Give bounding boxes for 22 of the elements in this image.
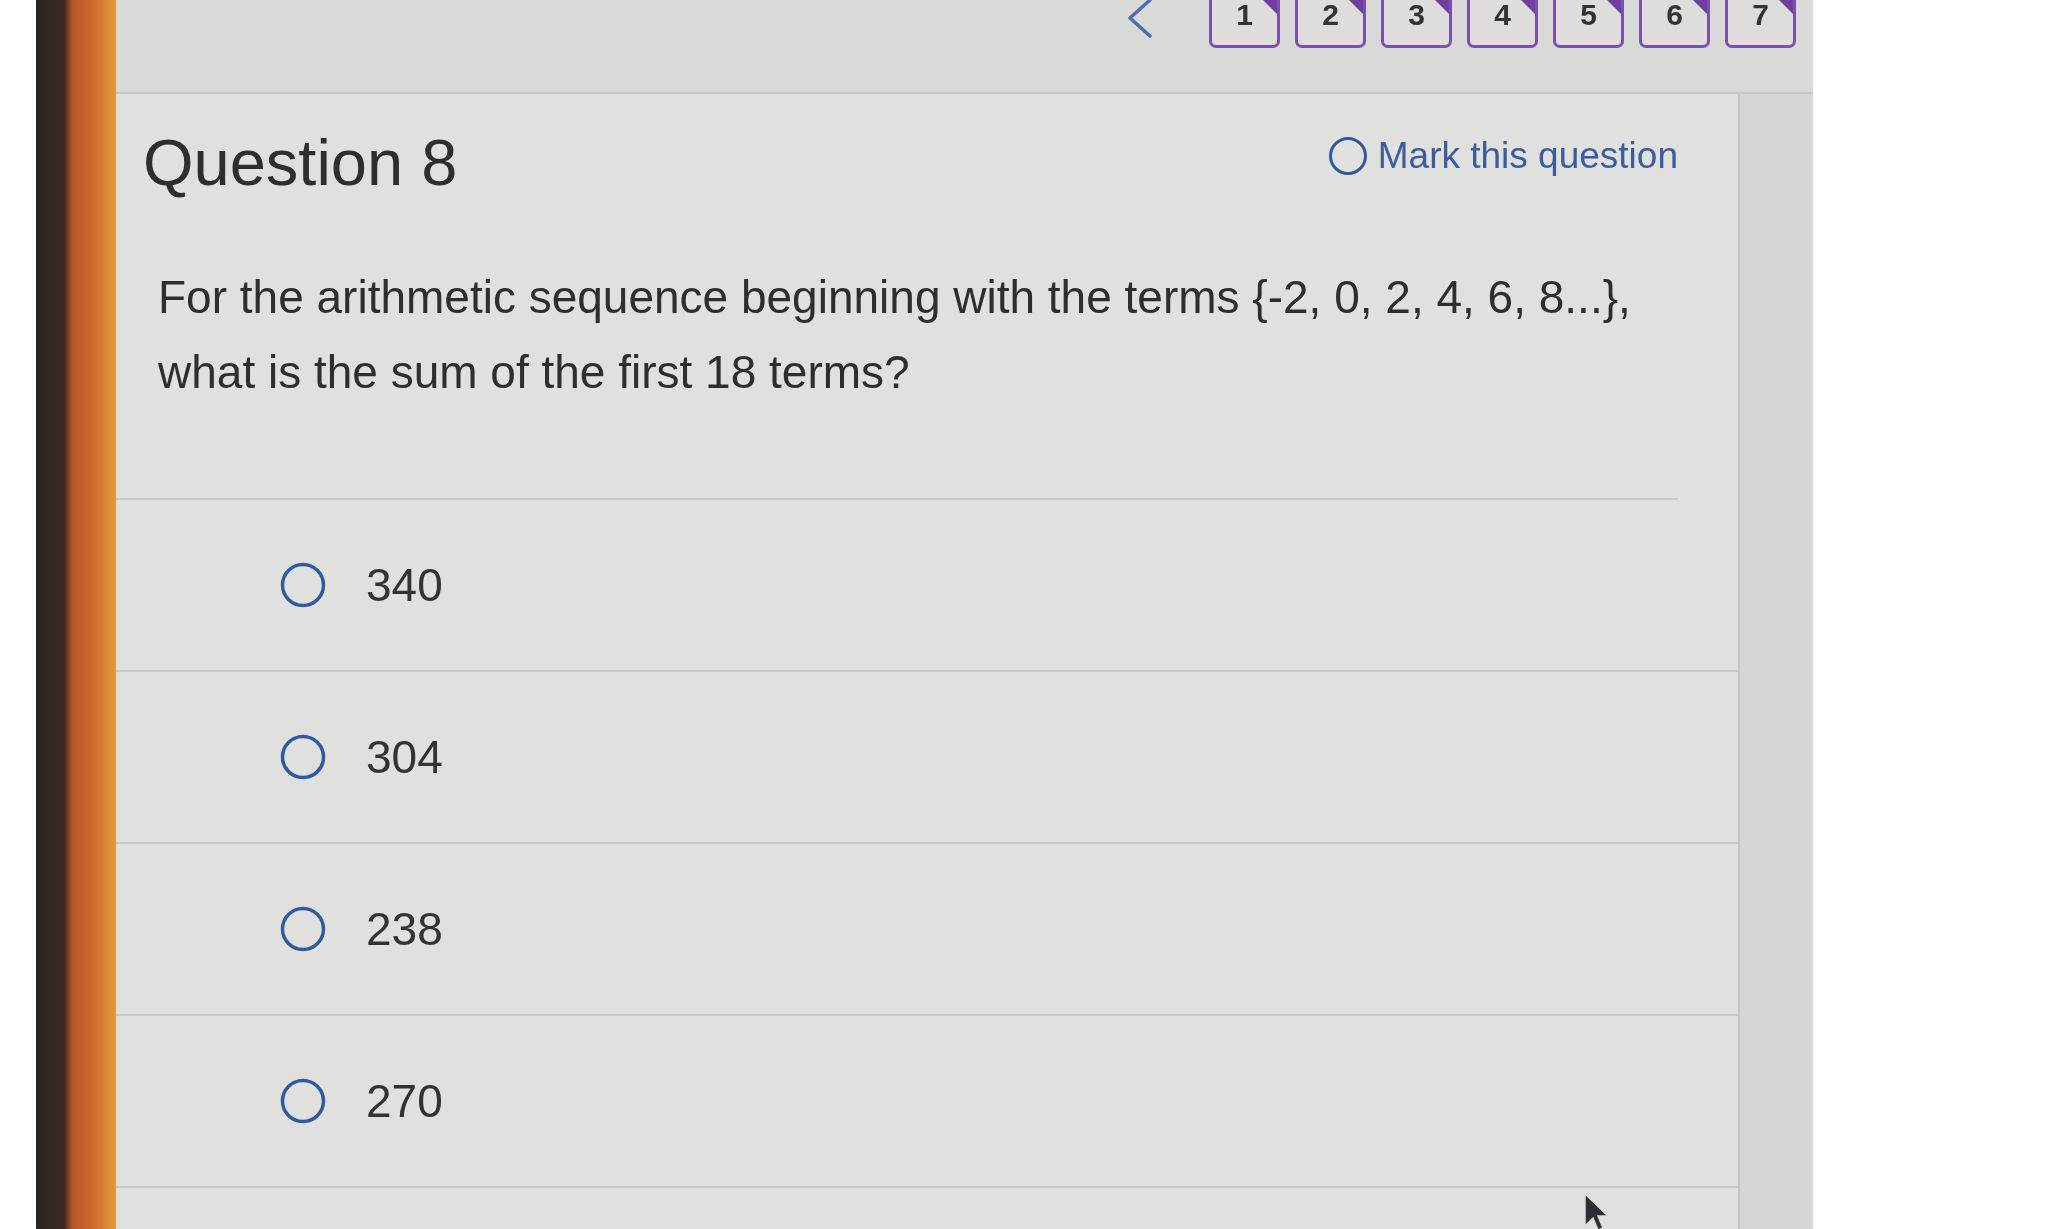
question-text: For the arithmetic sequence beginning with the terms {-2, 0, 2, 4, 6, 8...}, what is the sum of the first 18 terms? [116, 260, 1678, 500]
corner-triangle-icon [1435, 0, 1449, 14]
chevron-left-icon[interactable] [1126, 0, 1154, 38]
corner-triangle-icon [1607, 0, 1621, 14]
question-number-button[interactable]: 3 [1381, 0, 1452, 48]
corner-triangle-icon [1693, 0, 1707, 14]
question-number-button[interactable]: 4 [1467, 0, 1538, 48]
mark-question-button[interactable]: Mark this question [1327, 134, 1678, 178]
corner-triangle-icon [1521, 0, 1535, 14]
answer-option[interactable]: 304 [280, 730, 443, 784]
answer-option[interactable]: 238 [280, 902, 443, 956]
answer-option[interactable]: 340 [280, 558, 443, 612]
question-title: Question 8 [143, 128, 458, 198]
corner-triangle-icon [1349, 0, 1363, 14]
answer-option[interactable]: 270 [280, 1074, 443, 1128]
question-number-button[interactable]: 1 [1209, 0, 1280, 48]
question-number-button[interactable]: 5 [1553, 0, 1624, 48]
question-number-button[interactable]: 2 [1295, 0, 1366, 48]
corner-triangle-icon [1263, 0, 1277, 14]
question-number-button[interactable]: 6 [1639, 0, 1710, 48]
question-number-button[interactable]: 7 [1725, 0, 1796, 48]
corner-triangle-icon [1779, 0, 1793, 14]
